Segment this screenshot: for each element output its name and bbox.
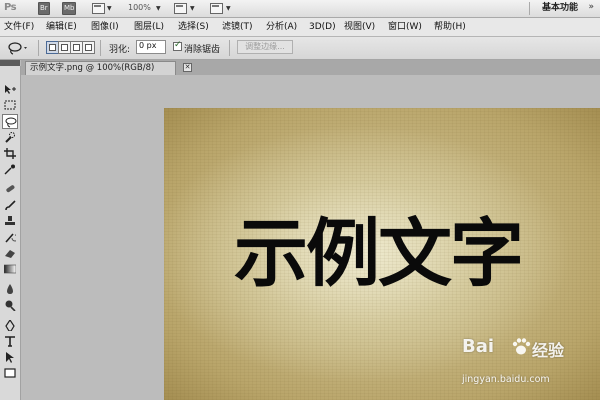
rectangle-tool-button[interactable]: [2, 366, 18, 381]
brush-tool-button[interactable]: [2, 198, 18, 213]
feather-label: 羽化:: [109, 45, 131, 55]
move-tool-button[interactable]: [2, 82, 18, 97]
lasso-icon: [5, 117, 17, 128]
crop-icon: [4, 148, 16, 159]
options-divider: [100, 40, 101, 56]
menu-select[interactable]: 选择(S): [178, 18, 209, 36]
pen-tool-button[interactable]: [2, 318, 18, 333]
watermark-url: jingyan.baidu.com: [462, 374, 550, 385]
document-tab-strip: 示例文字.png @ 100%(RGB/8) ✕: [21, 60, 600, 75]
calligraphy-text: 示例文字: [234, 211, 524, 297]
paw-icon: [512, 338, 531, 355]
document-tab[interactable]: 示例文字.png @ 100%(RGB/8): [25, 61, 176, 75]
zoom-level[interactable]: 100%: [128, 3, 151, 12]
zoom-dropdown-icon[interactable]: ▼: [156, 5, 161, 12]
clone-stamp-icon: [5, 216, 15, 225]
view-extras-dropdown-icon[interactable]: ▼: [107, 5, 112, 12]
intersect-selection-mode-button[interactable]: [82, 41, 95, 54]
spot-healing-brush-tool-button[interactable]: [2, 182, 18, 197]
rectangular-marquee-icon: [4, 100, 16, 110]
screen-mode-dropdown-icon[interactable]: ▼: [226, 5, 231, 12]
intersect-selection-icon: [85, 44, 92, 51]
blur-icon: [7, 284, 13, 294]
dodge-icon: [5, 300, 16, 311]
options-divider: [229, 40, 230, 56]
menu-edit[interactable]: 编辑(E): [46, 18, 77, 36]
workspace-switcher[interactable]: 基本功能: [542, 2, 578, 15]
menu-file[interactable]: 文件(F): [4, 18, 34, 36]
menu-help[interactable]: 帮助(H): [434, 18, 466, 36]
tools-panel: [0, 66, 21, 400]
bridge-button[interactable]: Br: [38, 2, 50, 15]
menu-bar: 文件(F) 编辑(E) 图像(I) 图层(L) 选择(S) 滤镜(T) 分析(A…: [0, 18, 600, 37]
refine-edge-button[interactable]: 调整边缘...: [237, 40, 293, 54]
lasso-icon: [8, 42, 27, 55]
clone-stamp-tool-button[interactable]: [2, 214, 18, 229]
rectangle-shape-icon: [4, 368, 16, 378]
history-brush-tool-button[interactable]: [2, 230, 18, 245]
baidu-jingyan-watermark: Bai 经验 jingyan.baidu.com: [462, 336, 600, 400]
add-selection-icon: [61, 44, 68, 51]
mini-bridge-button[interactable]: Mb: [62, 2, 77, 15]
gradient-icon: [4, 264, 16, 274]
arrange-dropdown-icon[interactable]: ▼: [190, 5, 195, 12]
appbar-divider: [529, 2, 530, 15]
watermark-label: 经验: [532, 341, 565, 360]
eyedropper-icon: [4, 164, 15, 175]
move-icon: [5, 85, 16, 94]
menu-filter[interactable]: 滤镜(T): [222, 18, 253, 36]
more-workspaces-icon[interactable]: »: [588, 2, 594, 12]
menu-image[interactable]: 图像(I): [91, 18, 119, 36]
menu-window[interactable]: 窗口(W): [388, 18, 422, 36]
brush-icon: [5, 200, 16, 211]
eraser-tool-button[interactable]: [2, 246, 18, 261]
crop-tool-button[interactable]: [2, 146, 18, 161]
path-selection-icon: [6, 352, 14, 363]
eraser-icon: [5, 250, 15, 258]
screen-mode-icon[interactable]: [210, 3, 223, 14]
dodge-tool-button[interactable]: [2, 298, 18, 313]
watermark-brand: Bai: [462, 336, 495, 357]
arrange-documents-icon[interactable]: [174, 3, 187, 14]
feather-input[interactable]: 0 px: [136, 40, 166, 54]
antialias-label: 消除锯齿: [184, 45, 221, 55]
type-icon: [5, 336, 15, 347]
rectangular-marquee-tool-button[interactable]: [2, 98, 18, 113]
quick-selection-icon: [5, 132, 15, 143]
application-bar: Ps Br Mb ▼ 100% ▼ ▼ ▼ 基本功能 »: [0, 0, 600, 18]
tool-preset-picker[interactable]: [6, 41, 30, 55]
type-tool-button[interactable]: [2, 334, 18, 349]
close-tab-icon[interactable]: ✕: [183, 63, 192, 72]
options-divider: [38, 40, 39, 56]
new-selection-icon: [49, 44, 56, 51]
photoshop-logo: Ps: [4, 2, 17, 13]
menu-3d[interactable]: 3D(D): [309, 18, 336, 36]
menu-analysis[interactable]: 分析(A): [266, 18, 297, 36]
history-brush-icon: [5, 233, 16, 243]
eyedropper-tool-button[interactable]: [2, 162, 18, 177]
menu-layer[interactable]: 图层(L): [134, 18, 164, 36]
antialias-checkbox[interactable]: [173, 40, 182, 51]
quick-selection-tool-button[interactable]: [2, 130, 18, 145]
path-selection-tool-button[interactable]: [2, 350, 18, 365]
view-extras-icon[interactable]: [92, 3, 105, 14]
menu-view[interactable]: 视图(V): [344, 18, 375, 36]
gradient-tool-button[interactable]: [2, 262, 18, 277]
pen-icon: [5, 320, 15, 331]
subtract-selection-icon: [73, 44, 80, 51]
options-bar: 羽化: 0 px 消除锯齿 调整边缘...: [0, 37, 600, 60]
spot-healing-brush-icon: [6, 185, 15, 193]
lasso-tool-button[interactable]: [2, 114, 18, 129]
blur-tool-button[interactable]: [2, 282, 18, 297]
